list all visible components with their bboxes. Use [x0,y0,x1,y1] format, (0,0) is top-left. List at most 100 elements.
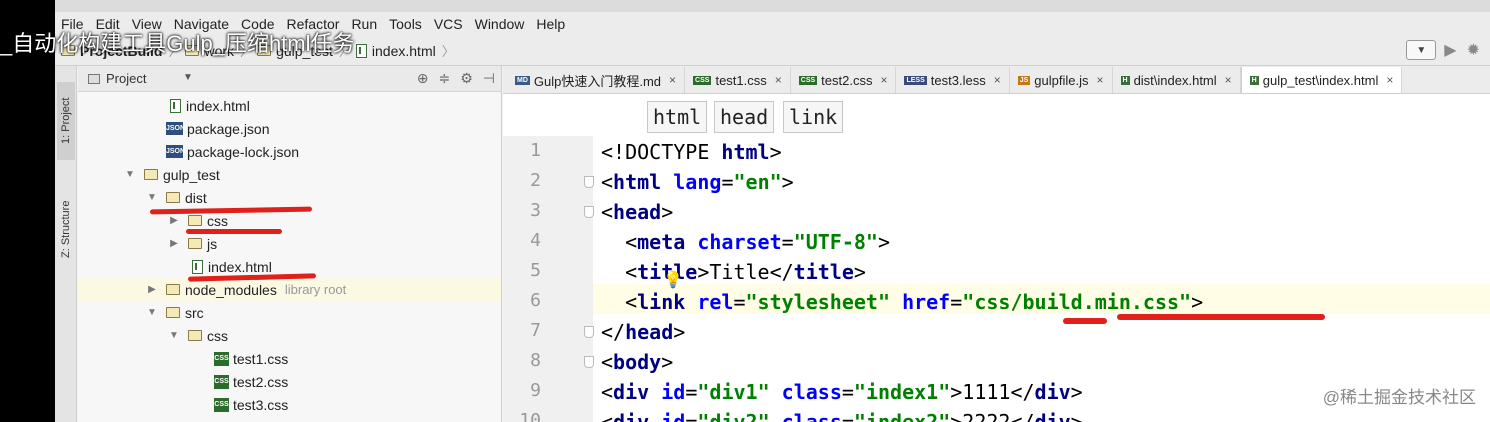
html-file-icon [170,98,181,113]
code-token: head [625,320,674,344]
code-token: rel [697,290,734,314]
line-number: 5 [530,260,541,281]
code-token: = [733,290,746,314]
fold-marker-icon[interactable] [584,356,594,368]
gear-icon[interactable]: ⚙ [460,70,473,87]
line-number: 8 [530,350,541,371]
expanded-arrow-icon[interactable]: ▼ [146,192,158,203]
tree-item-dist-css[interactable]: ▶ css [78,209,501,232]
tree-item-test1-css[interactable]: CSS test1.css [78,347,501,370]
tree-item-package-json[interactable]: JSON package.json [78,117,501,140]
menu-help[interactable]: Help [536,16,565,32]
tree-item-src-css[interactable]: ▼ css [78,324,501,347]
code-token: > [661,200,674,224]
menu-run[interactable]: Run [351,16,377,32]
code-line: <meta charset="UTF-8"> [601,230,890,254]
code-line: <title>Title</title> [601,260,866,284]
tab-dist-index-html[interactable]: Hdist\index.html × [1113,67,1241,93]
target-icon[interactable]: ⊕ [417,70,429,87]
close-icon[interactable]: × [669,73,676,87]
close-icon[interactable]: × [1096,73,1103,87]
project-view-icon [88,73,100,84]
code-line: <link rel="stylesheet" href="css/build.m… [601,290,1203,314]
code-token: >2222</ [950,410,1035,422]
collapsed-arrow-icon[interactable]: ▶ [168,215,180,226]
project-tree: index.html JSON package.json JSON package-… [78,92,501,422]
run-icon[interactable]: ▶ [1444,40,1456,60]
lightbulb-icon[interactable]: 💡 [663,270,683,290]
close-icon[interactable]: × [1225,73,1232,87]
code-token: head [613,200,662,224]
close-icon[interactable]: × [880,73,887,87]
fold-marker-icon[interactable] [584,326,594,338]
tag-crumb-link[interactable]: link [783,101,844,133]
tab-test3-less[interactable]: LESS test3.less × [896,67,1010,93]
tool-tab-structure[interactable]: Z: Structure [57,184,75,274]
css-file-icon: CSS [214,351,229,366]
tab-test1-css[interactable]: CSS test1.css × [685,67,791,93]
code-token: > [673,320,686,344]
folder-icon [144,169,158,180]
menu-tools[interactable]: Tools [389,16,422,32]
close-icon[interactable]: × [1386,73,1393,87]
tree-item-index-html[interactable]: index.html [78,94,501,117]
tree-item-src[interactable]: ▼ src [78,301,501,324]
folder-icon [188,215,202,226]
project-view-selector[interactable]: Project [106,71,146,86]
code-token: body [613,350,662,374]
code-line: <head> [601,200,673,224]
fold-marker-icon[interactable] [584,206,594,218]
code-token: "div2" [697,410,770,422]
tab-test2-css[interactable]: CSS test2.css × [791,67,897,93]
tag-crumb-html[interactable]: html [647,101,708,133]
run-config-dropdown[interactable]: ▼ [1406,40,1437,60]
tab-gulp-test-index-html[interactable]: Hgulp_test\index.html × [1240,67,1403,93]
tree-item-package-lock-json[interactable]: JSON package-lock.json [78,140,501,163]
fold-marker-icon[interactable] [584,176,594,188]
debug-icon[interactable]: ✹ [1467,40,1480,60]
expanded-arrow-icon[interactable]: ▼ [168,330,180,341]
red-underline-css [186,229,282,234]
hide-icon[interactable]: ⊣ [483,70,495,87]
editor-area: MD Gulp快速入门教程.md × CSS test1.css × CSS test2.… [503,66,1490,422]
line-number: 10 [519,410,541,422]
tree-item-node-modules[interactable]: ▶ node_modules library root [78,278,501,301]
tool-tab-project[interactable]: 1: Project [57,82,75,160]
code-token: "css/build.min.css" [962,290,1192,314]
tree-item-dist-js[interactable]: ▶ js [78,232,501,255]
code-token: = [841,380,854,404]
code-editor[interactable]: 1 <!DOCTYPE html> 2 <html lang="en"> 3 <head>… [503,136,1490,422]
code-token: > [1070,410,1083,422]
collapsed-arrow-icon[interactable]: ▶ [146,284,158,295]
close-icon[interactable]: × [994,73,1001,87]
expanded-arrow-icon[interactable]: ▼ [146,307,158,318]
html-file-icon: H [1249,75,1259,85]
collapse-icon[interactable]: ≑ [439,70,451,87]
expanded-arrow-icon[interactable]: ▼ [124,169,136,180]
code-token: class [781,380,842,404]
tree-item-gulp-test[interactable]: ▼ gulp_test [78,163,501,186]
collapsed-arrow-icon[interactable]: ▶ [168,238,180,249]
menu-window[interactable]: Window [475,16,525,32]
code-token: lang [673,170,722,194]
tab-gulpfile-js[interactable]: JS gulpfile.js × [1010,67,1113,93]
tree-item-dist[interactable]: ▼ dist [78,186,501,209]
css-file-icon: CSS [214,374,229,389]
code-token: </ [601,320,626,344]
code-token: div [1034,410,1071,422]
json-file-icon: JSON [166,122,185,135]
menu-vcs[interactable]: VCS [434,16,463,32]
code-token: id [661,410,686,422]
breadcrumb-index-html[interactable]: index.html 〉 [355,41,455,60]
chevron-down-icon[interactable]: ▼ [183,72,193,83]
close-icon[interactable]: × [775,73,782,87]
code-token: html [721,140,770,164]
tree-item-test3-css[interactable]: CSS test3.css [78,393,501,416]
tag-crumb-head[interactable]: head [714,101,775,133]
code-token: > [781,170,794,194]
tab-gulp-md[interactable]: MD Gulp快速入门教程.md × [507,67,686,93]
tree-item-test2-css[interactable]: CSS test2.css [78,370,501,393]
js-file-icon: JS [1017,75,1031,85]
